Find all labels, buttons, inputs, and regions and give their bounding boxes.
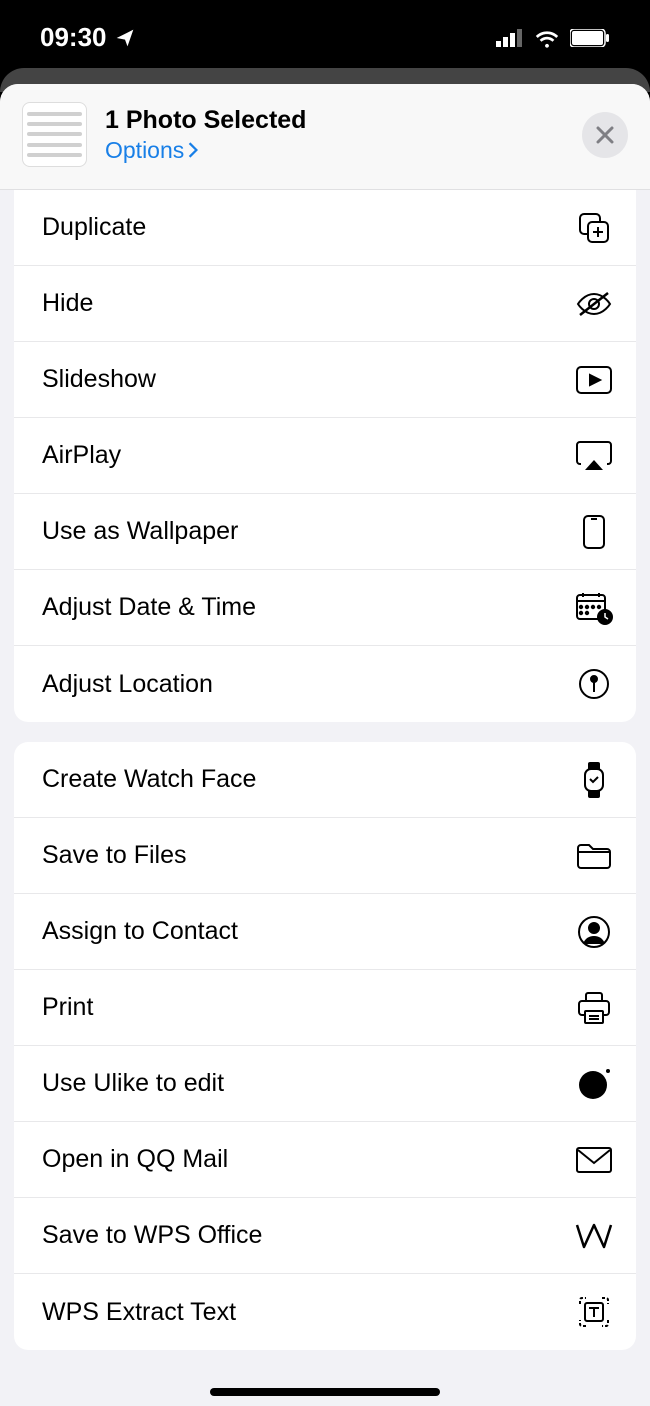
status-bar: 09:30 (0, 0, 650, 75)
action-wallpaper[interactable]: Use as Wallpaper (14, 494, 636, 570)
action-adjust-location[interactable]: Adjust Location (14, 646, 636, 722)
action-airplay[interactable]: AirPlay (14, 418, 636, 494)
action-save-files[interactable]: Save to Files (14, 818, 636, 894)
action-duplicate[interactable]: Duplicate (14, 190, 636, 266)
action-label: Use Ulike to edit (42, 1069, 224, 1098)
action-label: Create Watch Face (42, 765, 256, 794)
folder-icon (574, 836, 614, 876)
airplay-icon (574, 436, 614, 476)
options-label: Options (105, 137, 184, 164)
action-label: AirPlay (42, 441, 121, 470)
action-assign-contact[interactable]: Assign to Contact (14, 894, 636, 970)
action-label: Save to WPS Office (42, 1221, 262, 1250)
action-wps-office[interactable]: Save to WPS Office (14, 1198, 636, 1274)
close-button[interactable] (582, 112, 628, 158)
action-wps-extract[interactable]: WPS Extract Text (14, 1274, 636, 1350)
actions-group-1: Duplicate Hide Slideshow AirPlay Use as … (14, 190, 636, 722)
sheet-header: 1 Photo Selected Options (0, 84, 650, 190)
photo-thumbnail[interactable] (22, 102, 87, 167)
status-left: 09:30 (40, 22, 135, 53)
action-label: Slideshow (42, 365, 156, 394)
options-link[interactable]: Options (105, 137, 582, 164)
cellular-icon (496, 29, 524, 47)
action-qq-mail[interactable]: Open in QQ Mail (14, 1122, 636, 1198)
home-indicator[interactable] (210, 1388, 440, 1396)
status-time: 09:30 (40, 22, 107, 53)
mail-icon (574, 1140, 614, 1180)
action-label: Assign to Contact (42, 917, 238, 946)
action-label: Adjust Date & Time (42, 593, 256, 622)
action-ulike[interactable]: Use Ulike to edit (14, 1046, 636, 1122)
action-label: Hide (42, 289, 93, 318)
action-label: Print (42, 993, 93, 1022)
wallpaper-icon (574, 512, 614, 552)
wps-icon (574, 1216, 614, 1256)
header-text: 1 Photo Selected Options (105, 106, 582, 164)
watch-icon (574, 760, 614, 800)
battery-icon (570, 29, 610, 47)
contact-icon (574, 912, 614, 952)
action-watch-face[interactable]: Create Watch Face (14, 742, 636, 818)
action-label: Adjust Location (42, 670, 213, 699)
action-label: Open in QQ Mail (42, 1145, 228, 1174)
share-sheet: 1 Photo Selected Options Duplicate Hide … (0, 84, 650, 1406)
action-label: Duplicate (42, 213, 146, 242)
location-arrow-icon (115, 28, 135, 48)
duplicate-icon (574, 208, 614, 248)
slideshow-icon (574, 360, 614, 400)
print-icon (574, 988, 614, 1028)
action-print[interactable]: Print (14, 970, 636, 1046)
actions-group-2: Create Watch Face Save to Files Assign t… (14, 742, 636, 1350)
extract-icon (574, 1292, 614, 1332)
datetime-icon (574, 588, 614, 628)
hide-icon (574, 284, 614, 324)
chevron-right-icon (188, 142, 198, 158)
action-label: Save to Files (42, 841, 187, 870)
action-adjust-date-time[interactable]: Adjust Date & Time (14, 570, 636, 646)
action-slideshow[interactable]: Slideshow (14, 342, 636, 418)
ulike-icon (574, 1064, 614, 1104)
sheet-content[interactable]: Duplicate Hide Slideshow AirPlay Use as … (0, 190, 650, 1396)
action-hide[interactable]: Hide (14, 266, 636, 342)
header-title: 1 Photo Selected (105, 106, 582, 135)
location-icon (574, 664, 614, 704)
action-label: WPS Extract Text (42, 1298, 236, 1327)
close-icon (595, 125, 615, 145)
status-right (496, 28, 610, 48)
action-label: Use as Wallpaper (42, 517, 238, 546)
wifi-icon (534, 28, 560, 48)
